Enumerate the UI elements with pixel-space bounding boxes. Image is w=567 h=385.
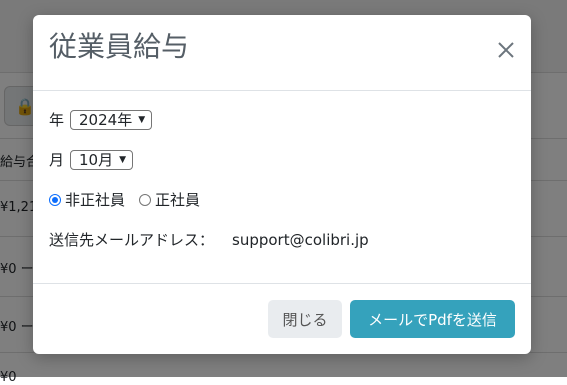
close-icon[interactable]	[495, 39, 517, 61]
radio-regular[interactable]	[139, 193, 152, 206]
year-row: 年 2024年 ▼	[49, 109, 153, 130]
modal-header: 従業員給与	[33, 15, 531, 91]
employment-type-radio-group: 非正社員 正社員	[49, 189, 214, 210]
year-select-value: 2024年	[79, 111, 133, 129]
month-label: 月	[49, 151, 65, 169]
chevron-down-icon: ▼	[119, 154, 127, 165]
close-button[interactable]: 閉じる	[268, 300, 342, 338]
modal-footer: 閉じる メールでPdfを送信	[33, 283, 531, 354]
radio-non-regular[interactable]	[49, 193, 61, 206]
modal-body: 年 2024年 ▼ 月 10月 ▼ 非正社員 正社員 送信先メールアドレス： s…	[33, 91, 531, 283]
email-value: support@colibri.jp	[232, 230, 369, 249]
email-label: 送信先メールアドレス：	[49, 231, 215, 249]
salary-modal: 従業員給与 年 2024年 ▼ 月 10月 ▼ 非正社員 正社員 送信先メールア…	[33, 15, 531, 354]
email-row: 送信先メールアドレス： support@colibri.jp	[49, 229, 369, 250]
send-pdf-email-button[interactable]: メールでPdfを送信	[350, 300, 515, 338]
chevron-down-icon: ▼	[138, 114, 146, 125]
month-select[interactable]: 10月 ▼	[70, 149, 134, 170]
radio-regular-label[interactable]: 正社員	[155, 189, 200, 210]
month-select-value: 10月	[79, 151, 114, 169]
radio-non-regular-label[interactable]: 非正社員	[65, 189, 125, 210]
month-row: 月 10月 ▼	[49, 149, 134, 170]
modal-title: 従業員給与	[49, 30, 190, 63]
year-label: 年	[49, 111, 65, 129]
year-select[interactable]: 2024年 ▼	[70, 109, 153, 130]
